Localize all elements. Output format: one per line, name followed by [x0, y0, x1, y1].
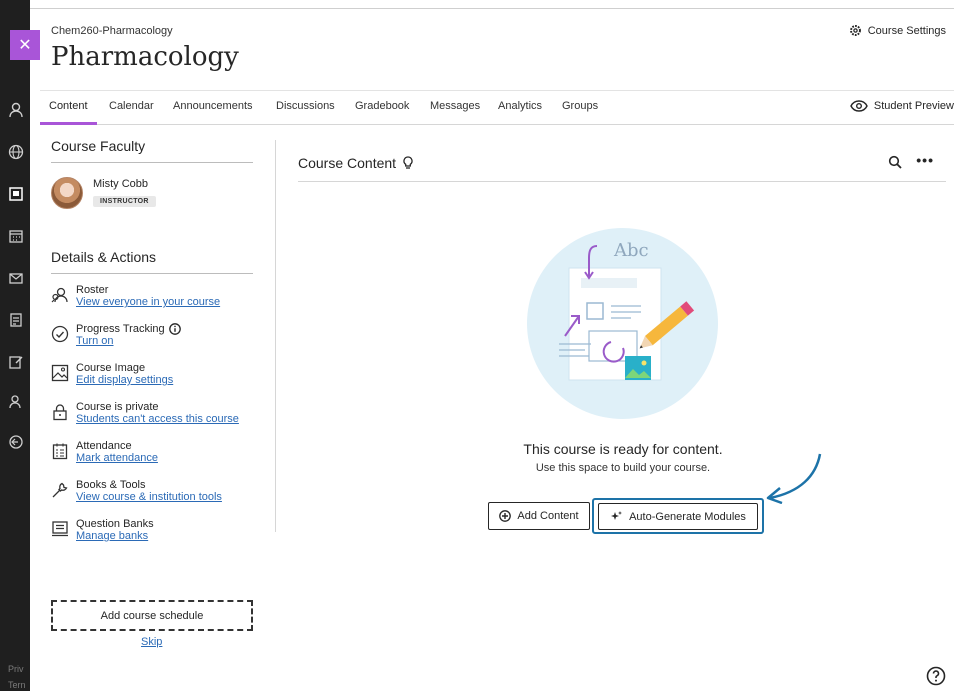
tab-content[interactable]: Content — [40, 91, 97, 125]
roster-action: Roster View everyone in your course — [51, 284, 253, 323]
student-preview-label: Student Preview — [873, 100, 954, 112]
add-content-label: Add Content — [517, 510, 579, 522]
gear-icon — [849, 25, 861, 36]
attendance-action: Attendance Mark attendance — [51, 440, 253, 479]
add-course-schedule-button[interactable]: Add course schedule — [51, 600, 253, 631]
info-icon[interactable] — [168, 323, 181, 335]
rail-footer-terms[interactable]: Tern — [8, 680, 26, 690]
sign-out-icon[interactable] — [6, 432, 26, 452]
tab-announcements[interactable]: Announcements — [164, 91, 262, 125]
page-title: Pharmacology — [51, 42, 239, 72]
plus-circle-icon — [499, 510, 512, 522]
course-image-title: Course Image — [76, 362, 146, 374]
auto-generate-modules-button[interactable]: Auto-Generate Modules — [598, 503, 758, 530]
eye-refresh-icon — [850, 100, 868, 112]
close-icon: ✕ — [18, 37, 32, 54]
attendance-title: Attendance — [76, 440, 132, 452]
top-divider — [30, 8, 954, 9]
roster-title: Roster — [76, 284, 109, 296]
more-options-icon[interactable]: ••• — [916, 152, 934, 168]
progress-tracking-title: Progress Tracking — [76, 323, 165, 335]
course-settings-button[interactable]: Course Settings — [849, 24, 946, 37]
skip-link[interactable]: Skip — [141, 636, 162, 648]
course-sidebar: Course Faculty Misty Cobb INSTRUCTOR Det… — [51, 138, 253, 557]
empty-state-subtitle: Use this space to build your course. — [535, 462, 711, 474]
messages-icon[interactable] — [6, 268, 26, 288]
help-icon[interactable] — [926, 666, 946, 686]
student-preview-button[interactable]: Student Preview — [850, 99, 954, 113]
faculty-name[interactable]: Misty Cobb — [93, 178, 156, 190]
books-tools-action: Books & Tools View course & institution … — [51, 479, 253, 518]
details-actions-heading: Details & Actions — [51, 249, 253, 274]
tab-groups[interactable]: Groups — [553, 91, 607, 125]
faculty-member: Misty Cobb INSTRUCTOR — [51, 177, 253, 209]
course-settings-label: Course Settings — [867, 24, 946, 37]
roster-icon — [51, 287, 68, 303]
progress-tracking-link[interactable]: Turn on — [76, 335, 253, 347]
grades-icon[interactable] — [6, 310, 26, 330]
question-bank-icon — [52, 521, 68, 537]
course-faculty-heading: Course Faculty — [51, 138, 253, 163]
tab-messages[interactable]: Messages — [421, 91, 489, 125]
profile-icon[interactable] — [6, 100, 26, 120]
role-badge: INSTRUCTOR — [93, 196, 156, 207]
image-icon — [51, 364, 69, 382]
course-image-link[interactable]: Edit display settings — [76, 374, 253, 386]
close-course-button[interactable]: ✕ — [10, 30, 40, 60]
avatar — [51, 177, 83, 209]
attendance-link[interactable]: Mark attendance — [76, 452, 253, 464]
edit-icon[interactable] — [6, 352, 26, 372]
auto-generate-label: Auto-Generate Modules — [629, 510, 746, 523]
lightbulb-icon[interactable] — [402, 156, 414, 170]
tab-discussions[interactable]: Discussions — [267, 91, 344, 125]
course-content-title: Course Content — [298, 155, 397, 171]
tab-calendar[interactable]: Calendar — [100, 91, 163, 125]
course-content-header: Course Content ••• — [298, 152, 946, 182]
books-tools-title: Books & Tools — [76, 479, 146, 491]
course-code: Chem260-Pharmacology — [51, 25, 173, 37]
privacy-title: Course is private — [76, 401, 159, 413]
sparkle-icon — [611, 511, 623, 520]
tab-gradebook[interactable]: Gradebook — [346, 91, 418, 125]
column-divider — [275, 140, 276, 532]
wrench-icon — [52, 482, 68, 498]
calendar-icon[interactable] — [6, 226, 26, 246]
annotation-arrow — [766, 453, 822, 504]
search-icon[interactable] — [888, 155, 902, 169]
privacy-link[interactable]: Students can't access this course — [76, 413, 253, 425]
question-banks-title: Question Banks — [76, 518, 154, 530]
books-tools-link[interactable]: View course & institution tools — [76, 491, 253, 503]
privacy-action: Course is private Students can't access … — [51, 401, 253, 440]
courses-icon[interactable] — [6, 184, 26, 204]
attendance-icon — [52, 443, 68, 460]
question-banks-action: Question Banks Manage banks — [51, 518, 253, 557]
roster-link[interactable]: View everyone in your course — [76, 296, 253, 308]
left-navigation-rail: Priv Tern — [0, 0, 30, 691]
course-image-action: Course Image Edit display settings — [51, 362, 253, 401]
tools-person-icon[interactable] — [6, 392, 26, 412]
question-banks-link[interactable]: Manage banks — [76, 530, 253, 542]
globe-icon[interactable] — [6, 142, 26, 162]
course-tabs: Content Calendar Announcements Discussio… — [40, 90, 954, 125]
rail-footer-privacy[interactable]: Priv — [8, 664, 24, 674]
tab-analytics[interactable]: Analytics — [489, 91, 551, 125]
lock-icon — [53, 404, 67, 421]
empty-state-title: This course is ready for content. — [523, 441, 723, 457]
add-content-button[interactable]: Add Content — [488, 502, 590, 530]
progress-tracking-action: Progress Tracking Turn on — [51, 323, 253, 362]
progress-check-icon — [51, 325, 69, 343]
illustration-text: Abc — [614, 240, 649, 261]
